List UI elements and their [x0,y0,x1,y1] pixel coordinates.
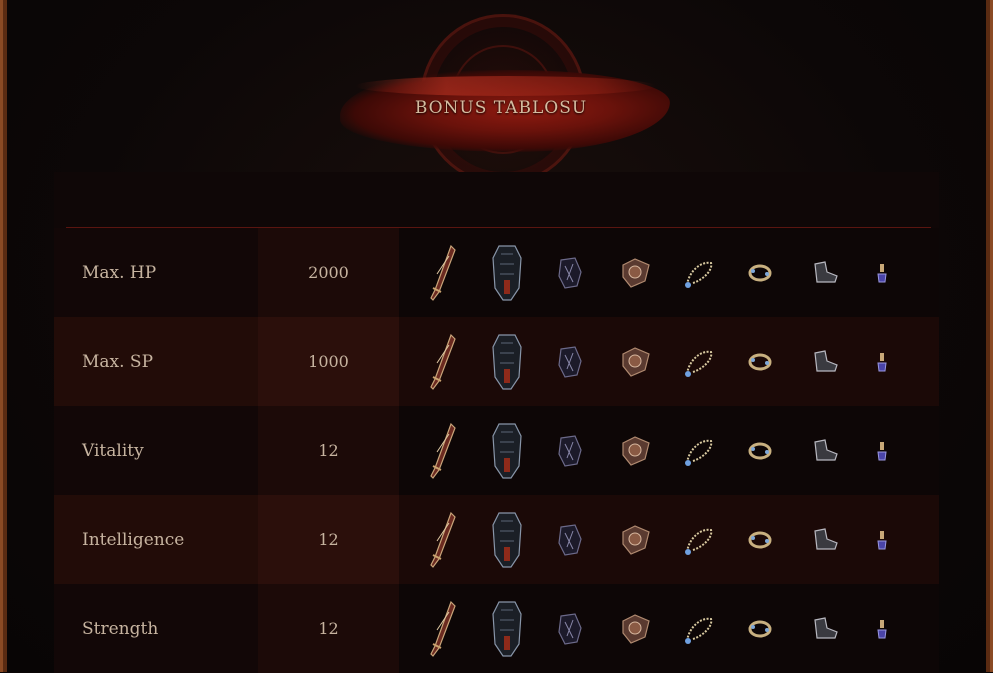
bracelet-icon [747,510,811,570]
shoes-icon [811,421,875,481]
bonus-name: Intelligence [54,495,259,584]
shield-icon [619,510,683,570]
necklace-icon [683,243,747,303]
shoes-icon [811,243,875,303]
helmet-icon [555,421,619,481]
page-title: BONUS TABLOSU [414,98,588,118]
helmet-icon [555,332,619,392]
earring-icon [875,332,939,392]
bonus-name: Max. HP [54,228,259,317]
bonus-table: Max. HP 2000 Max. SP 1000 Vitality 12 In… [54,228,939,673]
equipment-list [399,584,939,673]
bracelet-icon [747,332,811,392]
bonus-name: Strength [54,584,259,673]
armor-icon [491,243,555,303]
shoes-icon [811,510,875,570]
bonus-name: Vitality [54,406,259,495]
table-row: Max. HP 2000 [54,228,939,317]
necklace-icon [683,599,747,659]
bonus-value: 1000 [258,317,399,406]
armor-icon [491,599,555,659]
armor-icon [491,510,555,570]
armor-icon [491,421,555,481]
table-row: Vitality 12 [54,406,939,495]
equipment-list [399,317,939,406]
bonus-name: Max. SP [54,317,259,406]
weapon-icon [427,510,491,570]
bonus-value: 2000 [258,228,399,317]
weapon-icon [427,599,491,659]
necklace-icon [683,332,747,392]
table-row: Intelligence 12 [54,495,939,584]
table-row: Strength 12 [54,584,939,673]
shield-icon [619,332,683,392]
earring-icon [875,599,939,659]
bracelet-icon [747,243,811,303]
bracelet-icon [747,421,811,481]
bonus-value: 12 [258,584,399,673]
weapon-icon [427,421,491,481]
necklace-icon [683,510,747,570]
shield-icon [619,243,683,303]
bonus-value: 12 [258,406,399,495]
table-row: Max. SP 1000 [54,317,939,406]
helmet-icon [555,243,619,303]
title-brush-streak [356,76,656,96]
earring-icon [875,421,939,481]
earring-icon [875,243,939,303]
earring-icon [875,510,939,570]
helmet-icon [555,599,619,659]
necklace-icon [683,421,747,481]
helmet-icon [555,510,619,570]
equipment-list [399,228,939,317]
weapon-icon [427,243,491,303]
shield-icon [619,421,683,481]
weapon-icon [427,332,491,392]
shoes-icon [811,599,875,659]
bracelet-icon [747,599,811,659]
equipment-list [399,406,939,495]
shield-icon [619,599,683,659]
shoes-icon [811,332,875,392]
equipment-list [399,495,939,584]
bonus-value: 12 [258,495,399,584]
armor-icon [491,332,555,392]
